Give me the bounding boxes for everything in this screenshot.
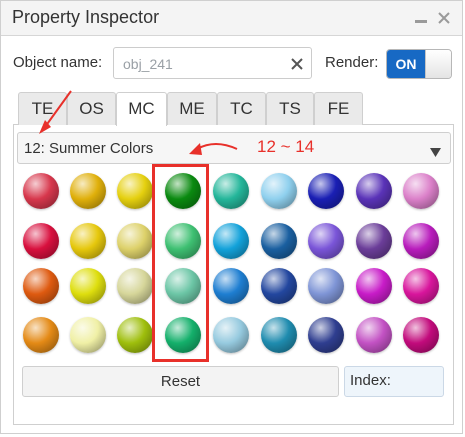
property-inspector-panel: Property Inspector Object name: obj_241 … <box>0 0 463 434</box>
reset-button[interactable]: Reset <box>22 366 339 397</box>
index-field[interactable]: Index: <box>344 366 444 397</box>
reset-label: Reset <box>160 373 201 390</box>
arrow-to-dropdown <box>39 90 72 134</box>
index-label: Index: <box>350 372 391 389</box>
tab-mc[interactable]: MC <box>116 92 167 126</box>
arrow-to-column <box>189 143 238 155</box>
